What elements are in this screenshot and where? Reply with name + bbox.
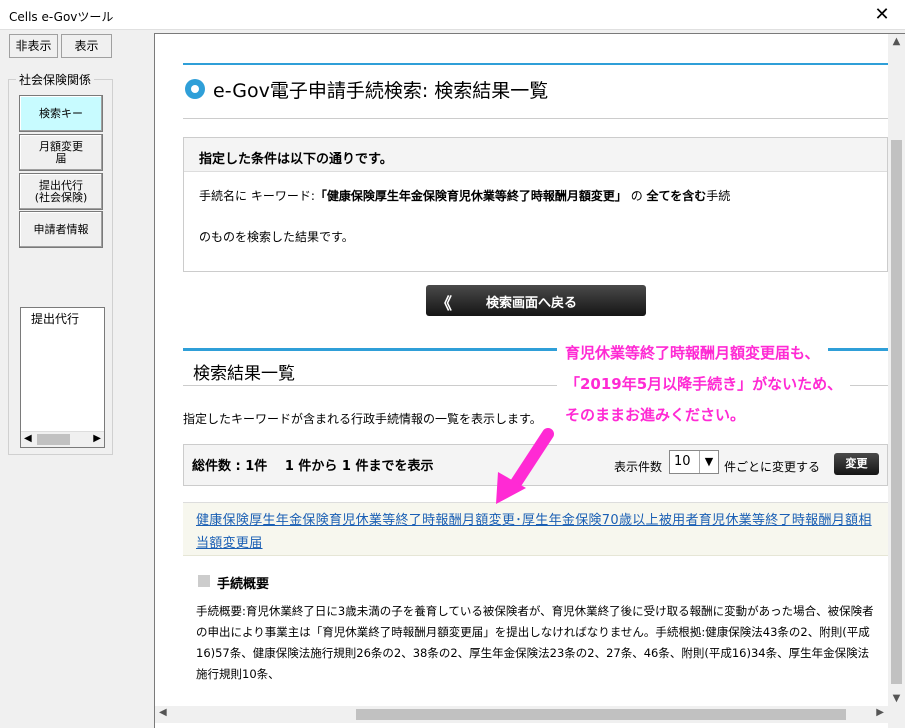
title-bar: Cells e-Govツール ✕: [0, 0, 905, 30]
scroll-right-icon[interactable]: ▶: [876, 707, 884, 718]
horizontal-scroll-thumb[interactable]: [356, 709, 846, 720]
result-row: 健康保険厚生年金保険育児休業等終了時報酬月額変更･厚生年金保険70歳以上被用者育…: [183, 502, 888, 556]
cond-bold: 全てを含む: [646, 189, 707, 203]
scroll-corner: [888, 706, 905, 728]
pink-arrow-icon: [496, 428, 554, 504]
circle-bullet-icon: [185, 79, 205, 99]
result-link[interactable]: 健康保険厚生年金保険育児休業等終了時報酬月額変更･厚生年金保険70歳以上被用者育…: [196, 509, 881, 555]
per-page-select[interactable]: 10 ▼: [669, 450, 719, 474]
proxy-submit-button[interactable]: 提出代行 (社会保険): [19, 173, 103, 210]
per-page-label: 表示件数: [614, 460, 663, 474]
results-heading: 検索結果一覧: [193, 364, 295, 384]
annotation-line2: 「2019年5月以降手続き」がないため、: [557, 372, 851, 397]
square-bullet-icon: [198, 575, 210, 587]
double-chevron-left-icon: 《: [436, 294, 452, 313]
summary-text: 手続概要:育児休業終了日に3歳未満の子を養育している被保険者が、育児休業終了後に…: [196, 604, 874, 681]
cond-prefix: 手続名に キーワード:: [199, 189, 315, 203]
vertical-scroll-thumb[interactable]: [891, 140, 902, 684]
result-count: 総件数 : 1件 1 件から 1 件までを表示: [192, 459, 434, 474]
proxy-listbox[interactable]: 提出代行: [20, 307, 105, 448]
divider: [183, 118, 888, 119]
back-to-search-button[interactable]: 《 検索画面へ戻る: [426, 285, 646, 316]
window-title: Cells e-Govツール: [9, 10, 114, 24]
group-label: 社会保険関係: [16, 71, 95, 88]
show-button[interactable]: 表示: [61, 34, 112, 58]
horizontal-scrollbar[interactable]: ◀ ▶: [155, 706, 888, 723]
scroll-right-icon[interactable]: ▶: [93, 433, 101, 444]
back-button-label: 検索画面へ戻る: [486, 296, 578, 311]
cond-mid: の: [626, 189, 647, 203]
summary-heading: 手続概要: [217, 577, 270, 592]
cond-suffix: 手続: [706, 189, 731, 203]
annotation-line3: そのままお進みください。: [557, 403, 754, 428]
results-description: 指定したキーワードが含まれる行政手続情報の一覧を表示します。: [183, 412, 542, 426]
scroll-down-icon[interactable]: ▼: [888, 693, 905, 704]
applicant-info-button[interactable]: 申請者情報: [19, 211, 103, 248]
listbox-scrollbar[interactable]: ◀ ▶: [21, 431, 104, 447]
chevron-down-icon[interactable]: ▼: [699, 451, 718, 473]
close-icon[interactable]: ✕: [859, 0, 905, 30]
scroll-left-icon[interactable]: ◀: [24, 433, 32, 444]
list-item[interactable]: 提出代行: [31, 310, 79, 327]
conditions-box: 指定した条件は以下の通りです。 手続名に キーワード:「健康保険厚生年金保険育児…: [183, 137, 888, 272]
conditions-text: 手続名に キーワード:「健康保険厚生年金保険育児休業等終了時報酬月額変更」 の …: [199, 187, 730, 204]
annotation-line1: 育児休業等終了時報酬月額変更届も、: [557, 341, 828, 366]
scroll-thumb[interactable]: [37, 434, 70, 445]
change-button[interactable]: 変更: [834, 453, 879, 475]
conditions-heading: 指定した条件は以下の通りです。: [199, 152, 393, 167]
hide-button[interactable]: 非表示: [9, 34, 58, 58]
cond-keyword: 「健康保険厚生年金保険育児休業等終了時報酬月額変更」: [314, 189, 627, 203]
scroll-left-icon[interactable]: ◀: [159, 707, 167, 718]
page-title: e-Gov電子申請手続検索: 検索結果一覧: [213, 80, 549, 102]
per-page-value: 10: [674, 454, 691, 469]
conditions-header: 指定した条件は以下の通りです。: [184, 138, 887, 172]
header-rule: [183, 63, 888, 65]
conditions-line2: のものを検索した結果です。: [199, 230, 354, 244]
monthly-change-button[interactable]: 月額変更 届: [19, 134, 103, 171]
search-key-button[interactable]: 検索キー: [19, 95, 103, 132]
per-page-suffix: 件ごとに変更する: [724, 460, 821, 474]
scroll-up-icon[interactable]: ▲: [888, 36, 905, 47]
vertical-scrollbar[interactable]: ▲ ▼: [888, 34, 905, 706]
